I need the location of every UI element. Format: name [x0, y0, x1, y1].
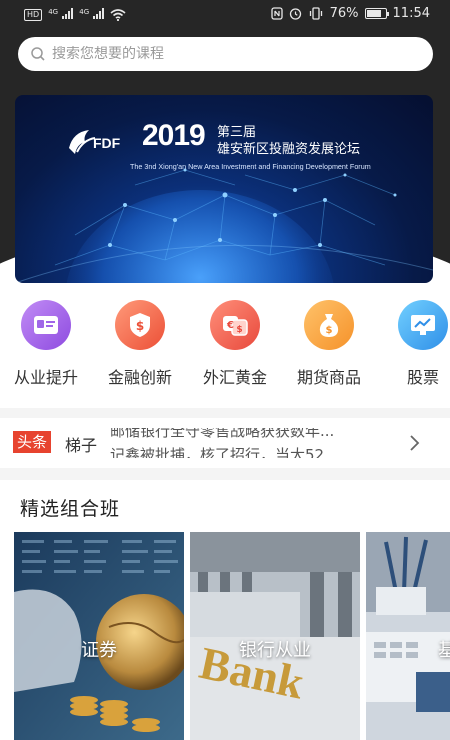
clock: 11:54 — [392, 6, 430, 21]
category-item-forex-gold[interactable]: € $ 外汇黄金 — [187, 300, 283, 388]
banner-subtitle: The 3nd Xiong'an New Area Investment and… — [130, 162, 371, 171]
news-ticker[interactable]: 头条 梯子 邮储银行全守零售战略获获数年... 记鑫被批捕，核了招行，当大52.… — [0, 418, 450, 468]
category-label: 外汇黄金 — [202, 368, 267, 387]
banner-title-line1: 第三届 — [217, 125, 257, 140]
status-right: 76% 11:54 — [270, 6, 430, 21]
banner-title-line2: 雄安新区投融资发展论坛 — [217, 142, 361, 157]
category-nav: 从业提升 $ 金融创新 € $ 外汇黄金 $ 期货商品 股票 — [0, 300, 450, 400]
svg-text:$: $ — [136, 319, 144, 333]
section-title: 精选组合班 — [20, 498, 121, 520]
shield-dollar-icon: $ — [115, 300, 165, 350]
category-label: 期货商品 — [296, 368, 361, 387]
search-icon — [31, 47, 45, 61]
status-left: HD 4G 4G — [24, 8, 126, 22]
nfc-icon — [270, 7, 283, 20]
category-label: 从业提升 — [13, 368, 78, 387]
forum-logo: FDF — [69, 130, 121, 154]
svg-text:$: $ — [326, 325, 333, 336]
category-label: 股票 — [406, 368, 439, 387]
section-divider — [0, 408, 450, 418]
category-item-career[interactable]: 从业提升 — [0, 300, 94, 388]
course-card-banking[interactable]: Bank 银行从业 — [190, 532, 360, 740]
status-bar: HD 4G 4G 76% 11:54 — [0, 0, 450, 30]
course-card-label: 银行从业 — [239, 640, 311, 661]
signal-icon — [93, 8, 105, 19]
app-screen: HD 4G 4G 76% 11:54 搜索您想要的课程 FDF 2019 第三届… — [0, 0, 450, 740]
hd-icon: HD — [24, 9, 43, 21]
network-4g-a: 4G — [48, 8, 74, 22]
vibrate-icon — [309, 7, 322, 20]
battery-percent: 76% — [329, 6, 359, 21]
course-card-list: 证券 Bank 银行从业 基 — [14, 532, 450, 740]
banner-carousel[interactable]: FDF 2019 第三届 雄安新区投融资发展论坛 The 3nd Xiong'a… — [15, 95, 433, 283]
course-card-fund[interactable]: 基 — [366, 532, 450, 740]
banner-title: 第三届 雄安新区投融资发展论坛 — [217, 124, 360, 158]
banner-year: 2019 — [142, 119, 206, 152]
course-card-label: 基 — [438, 640, 450, 661]
search-input[interactable] — [52, 46, 392, 62]
headline-badge: 头条 — [13, 431, 52, 453]
ticker-mask-top — [100, 418, 390, 428]
logo-text: FDF — [93, 135, 121, 151]
ticker-mask-bottom — [100, 458, 390, 468]
stock-chart-icon — [398, 300, 448, 350]
network-4g-b: 4G — [79, 8, 105, 22]
money-bag-icon: $ — [304, 300, 354, 350]
chevron-right-icon[interactable] — [407, 434, 421, 452]
search-bar[interactable] — [18, 37, 433, 71]
category-label: 金融创新 — [107, 368, 172, 387]
category-item-stocks[interactable]: 股票 — [375, 300, 450, 388]
battery-icon — [364, 8, 389, 19]
course-card-label: 证券 — [81, 640, 117, 661]
network-label-a: 4G — [48, 8, 59, 16]
wifi-icon — [110, 9, 126, 21]
category-item-fintech[interactable]: $ 金融创新 — [92, 300, 188, 388]
currency-exchange-icon: € $ — [210, 300, 260, 350]
signal-icon — [62, 8, 74, 19]
category-item-futures[interactable]: $ 期货商品 — [281, 300, 377, 388]
ticker-source: 梯子 — [65, 436, 98, 455]
section-divider — [0, 468, 450, 480]
id-card-icon — [21, 300, 71, 350]
course-card-securities[interactable]: 证券 — [14, 532, 184, 740]
alarm-icon — [289, 8, 301, 20]
svg-text:€: € — [226, 320, 234, 331]
network-label-b: 4G — [79, 8, 90, 16]
svg-text:$: $ — [236, 325, 242, 335]
